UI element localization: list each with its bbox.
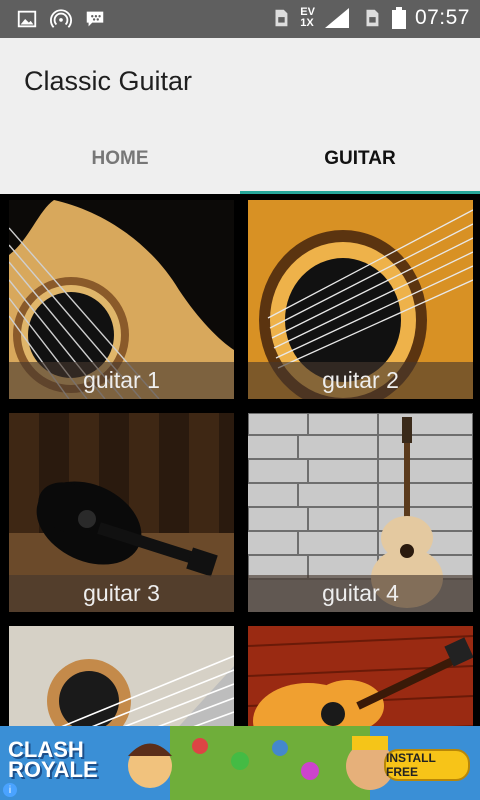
app-bar: Classic Guitar: [0, 38, 480, 124]
grid-item-guitar-4[interactable]: guitar 4: [248, 413, 473, 612]
grid-item-guitar-6[interactable]: [248, 626, 473, 726]
tab-bar: HOME GUITAR: [0, 124, 480, 195]
ad-banner[interactable]: CLASH ROYALE INSTALL FREE i: [0, 726, 480, 800]
grid-item-guitar-5[interactable]: [9, 626, 234, 726]
bbm-icon: [86, 11, 104, 27]
ad-info-icon[interactable]: i: [3, 783, 17, 797]
network-type-indicator: EV 1X: [300, 7, 315, 29]
network-down-label: 1X: [300, 17, 314, 29]
guitar-3-caption: guitar 3: [9, 575, 234, 612]
tab-guitar[interactable]: GUITAR: [240, 124, 480, 195]
guitar-6-image: [248, 626, 473, 726]
grid-item-guitar-2[interactable]: guitar 2: [248, 200, 473, 399]
guitar-grid: guitar 1 guitar 2 guitar 3 guitar 4: [0, 194, 480, 726]
status-right-icons: EV 1X 07:57: [270, 6, 470, 30]
grid-item-guitar-3[interactable]: guitar 3: [9, 413, 234, 612]
battery-icon: [391, 7, 406, 29]
signal-strength-icon: [324, 8, 349, 28]
sim-card-2-icon: [366, 9, 379, 27]
status-bar: EV 1X 07:57: [0, 0, 480, 38]
grid-item-guitar-1[interactable]: guitar 1: [9, 200, 234, 399]
ad-brand-logo: CLASH ROYALE: [8, 739, 98, 782]
guitar-5-image: [9, 626, 234, 726]
tab-home[interactable]: HOME: [0, 124, 240, 194]
sim-card-icon: [275, 9, 288, 27]
clock: 07:57: [414, 6, 470, 29]
install-free-button[interactable]: INSTALL FREE: [384, 749, 470, 781]
guitar-1-caption: guitar 1: [9, 362, 234, 399]
gallery-notification-icon: [17, 10, 37, 28]
guitar-2-caption: guitar 2: [248, 362, 473, 399]
guitar-4-caption: guitar 4: [248, 575, 473, 612]
app-title: Classic Guitar: [24, 66, 193, 96]
hotspot-icon: [50, 9, 72, 28]
status-left-icons: [16, 8, 106, 30]
ad-brand-line2: ROYALE: [8, 757, 98, 782]
